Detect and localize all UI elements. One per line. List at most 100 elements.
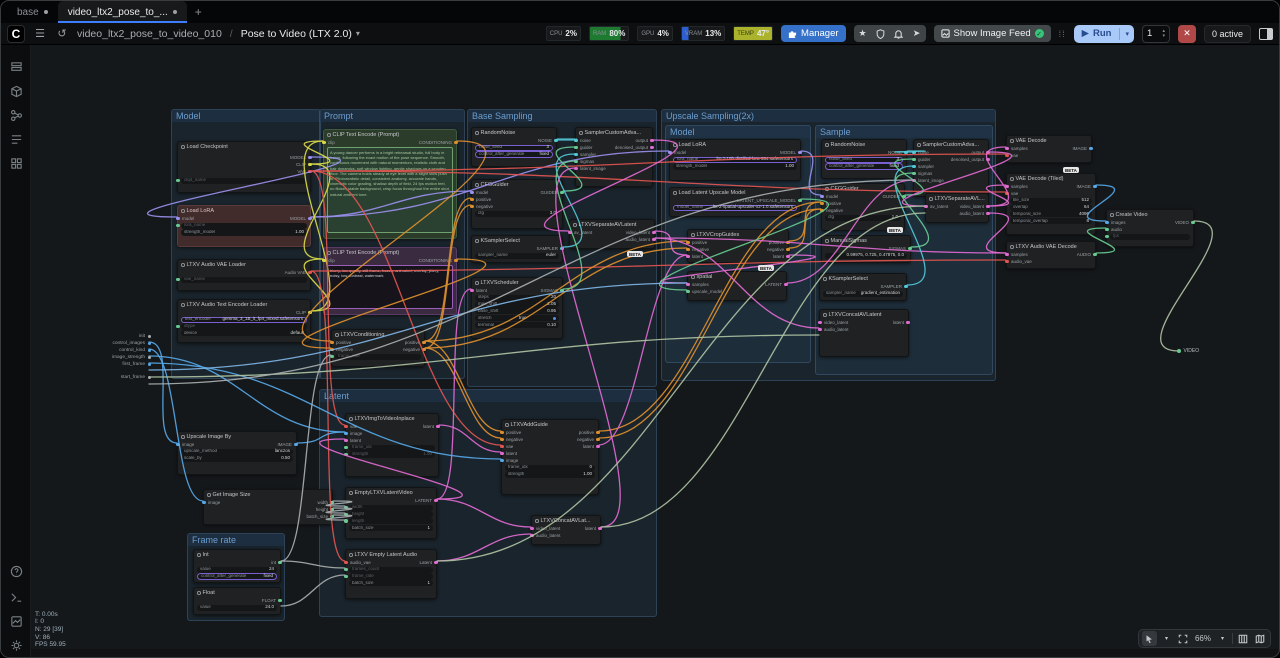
node-create-video[interactable]: Create VideoimagesVIDEOaudiofps	[1106, 209, 1194, 247]
minimap-toggle-icon[interactable]	[1252, 631, 1267, 646]
input-port-samples[interactable]	[1005, 253, 1009, 257]
group-title-frame-rate[interactable]: Frame rate	[188, 534, 284, 546]
node-clip-text-encode-prompt[interactable]: CLIP Text Encode (Prompt)clipCONDITIONIN…	[323, 129, 457, 239]
node-int[interactable]: Intintvalue24control_after_generatefixed	[193, 549, 281, 583]
mini-node-video[interactable]: VIDEO	[1177, 348, 1199, 354]
queue-count-stepper[interactable]: 1 ▴▾	[1142, 25, 1170, 43]
node-clip-text-encode-prompt[interactable]: CLIP Text Encode (Prompt)clipCONDITIONIN…	[323, 247, 457, 315]
collapse-dot-icon[interactable]	[691, 275, 695, 279]
collapse-dot-icon[interactable]	[1010, 177, 1014, 181]
hub-image-strength[interactable]: image_strength	[97, 355, 145, 360]
help-icon[interactable]	[8, 563, 24, 579]
input-port-sigmas[interactable]	[574, 160, 578, 164]
collapse-dot-icon[interactable]	[349, 417, 353, 421]
input-port-latent-image[interactable]	[912, 179, 916, 183]
node-ksamplerselect[interactable]: KSamplerSelectSAMPLERsampler_nameeuler	[471, 235, 563, 263]
widget-frames-count[interactable]: frames_count	[349, 567, 433, 573]
stepper-arrows-icon[interactable]: ▴▾	[1162, 29, 1165, 39]
input-port-model[interactable]	[820, 195, 824, 199]
node-samplercustomadva[interactable]: SamplerCustomAdva...noiseoutputguiderden…	[575, 127, 653, 187]
node-vae-decode-tiled[interactable]: VAE Decode (Tiled)samplesIMAGEvaetile_si…	[1006, 173, 1096, 235]
collapse-dot-icon[interactable]	[475, 131, 479, 135]
hub-port-dot[interactable]	[148, 363, 151, 366]
widget-input-dot[interactable]	[344, 506, 347, 509]
widget-max-shift[interactable]: max_shift2.05	[475, 301, 559, 307]
widget-sampler-name[interactable]: sampler_nameeuler	[475, 253, 559, 259]
node-ltxvcropguides[interactable]: LTXVCropGuidespositivepositivenegativene…	[687, 229, 789, 263]
input-port-audio-latent[interactable]	[818, 328, 822, 332]
input-port-latent[interactable]	[500, 452, 504, 456]
node-get-image-size[interactable]: Get Image Sizeimagewidthheightbatch_size	[203, 489, 333, 525]
logs-icon[interactable]	[8, 613, 24, 629]
hub-init[interactable]: init	[97, 334, 145, 339]
collapse-dot-icon[interactable]	[181, 263, 185, 267]
input-port-latent[interactable]	[344, 439, 348, 443]
input-port-negative[interactable]	[500, 438, 504, 442]
collapse-dot-icon[interactable]	[673, 143, 677, 147]
input-port-image[interactable]	[500, 459, 504, 463]
node-ltxv-empty-latent-audio[interactable]: LTXV Empty Latent Audioaudio_vaeLatentfr…	[345, 549, 437, 599]
node-ltxvseparateavlatent[interactable]: LTXVSeparateAVLatentav_latentvideo_laten…	[569, 219, 655, 249]
widget-fps[interactable]: fps	[1110, 234, 1190, 240]
widget-0-99975-0-725-0-47875-0-0[interactable]: 0.99975, 0.725, 0.47875, 0.0	[825, 253, 907, 259]
widget-upscale-method[interactable]: upscale_methodlanczos	[181, 449, 293, 455]
collapse-dot-icon[interactable]	[825, 143, 829, 147]
collapse-dot-icon[interactable]	[825, 239, 829, 243]
output-port-image[interactable]	[1089, 147, 1093, 151]
widget-stretch[interactable]: stretchtrue	[475, 315, 559, 321]
input-port-negative[interactable]	[820, 209, 824, 213]
terminal-icon[interactable]	[8, 589, 24, 605]
widget-overlap[interactable]: overlap64	[1010, 204, 1092, 210]
node-ltxvscheduler[interactable]: LTXVSchedulerlatentSIGMASsteps20max_shif…	[471, 277, 563, 339]
input-port-model[interactable]	[470, 191, 474, 195]
hub-port-dot[interactable]	[148, 376, 151, 379]
collapse-dot-icon[interactable]	[197, 591, 201, 595]
drag-handle[interactable]: ⁞⁞	[1059, 29, 1066, 39]
comfyui-logo[interactable]: C	[7, 25, 25, 43]
hub-port-dot[interactable]	[148, 335, 151, 338]
input-port-audio-vae[interactable]	[1005, 260, 1009, 264]
node-randomnoise[interactable]: RandomNoiseNOISEnoise_seed3control_after…	[821, 139, 907, 179]
node-ltxvconditioning[interactable]: LTXVConditioningpositivepositivenegative…	[331, 329, 425, 367]
widget-input-dot[interactable]	[344, 446, 347, 449]
widget-input-dot[interactable]	[176, 278, 179, 281]
input-port-samples[interactable]	[1005, 147, 1009, 151]
widget-batch-size[interactable]: batch_size1	[349, 525, 433, 531]
widget-strength-model[interactable]: strength_model1.00	[181, 229, 307, 235]
input-port-samples[interactable]	[686, 283, 690, 287]
workflows-icon[interactable]	[8, 59, 24, 75]
hub-port-dot[interactable]	[148, 356, 151, 359]
widget-frame-idx[interactable]: frame_idx	[349, 445, 435, 451]
collapse-dot-icon[interactable]	[349, 553, 353, 557]
input-port-vae[interactable]	[344, 425, 348, 429]
widget-strength[interactable]: strength1.00	[349, 451, 435, 457]
show-image-feed-button[interactable]: Show Image Feed ✓	[934, 25, 1051, 42]
output-port-image[interactable]	[294, 443, 298, 447]
collapse-dot-icon[interactable]	[823, 277, 827, 281]
input-port-sampler[interactable]	[574, 153, 578, 157]
input-port-positive[interactable]	[500, 431, 504, 435]
widget-value[interactable]: value24.0	[197, 605, 277, 611]
node-ltxvimgtovideoinplace[interactable]: LTXVImgToVideoInplacevaelatentimagelaten…	[345, 413, 439, 477]
input-port-guider[interactable]	[912, 158, 916, 162]
widget-model-name[interactable]: model_nameltx-2-spatial-upscaler-x2-1.0.…	[673, 205, 797, 211]
input-port-av-latent[interactable]	[568, 231, 572, 235]
input-port-positive[interactable]	[820, 202, 824, 206]
collapse-dot-icon[interactable]	[825, 187, 829, 191]
input-port-vae[interactable]	[500, 445, 504, 449]
input-port-clip[interactable]	[322, 141, 326, 145]
input-port-negative[interactable]	[470, 205, 474, 209]
prompt-text[interactable]: blurry, low quality, still frame, frozen…	[327, 265, 453, 309]
widget-lora-name[interactable]: lora_nameltx-2-19b-distilled-lora-384.sa…	[673, 157, 797, 163]
widget-ckpt-name[interactable]: ckpt_name	[181, 178, 307, 184]
node-ltxvconcatavlatent[interactable]: LTXVConcatAVLatentvideo_latentlatentaudi…	[819, 309, 909, 357]
widget-input-dot[interactable]	[176, 325, 179, 328]
input-port-audio-vae[interactable]	[344, 561, 348, 565]
group-title-prompt[interactable]: Prompt	[320, 110, 464, 122]
prompt-text[interactable]: A young dancer performs in a bright rehe…	[327, 147, 453, 233]
widget-height[interactable]: height	[349, 511, 433, 517]
input-port-images[interactable]	[1105, 221, 1109, 225]
widget-scale-by[interactable]: scale_by0.50	[181, 455, 293, 461]
templates-icon[interactable]	[8, 155, 24, 171]
collapse-dot-icon[interactable]	[573, 223, 577, 227]
